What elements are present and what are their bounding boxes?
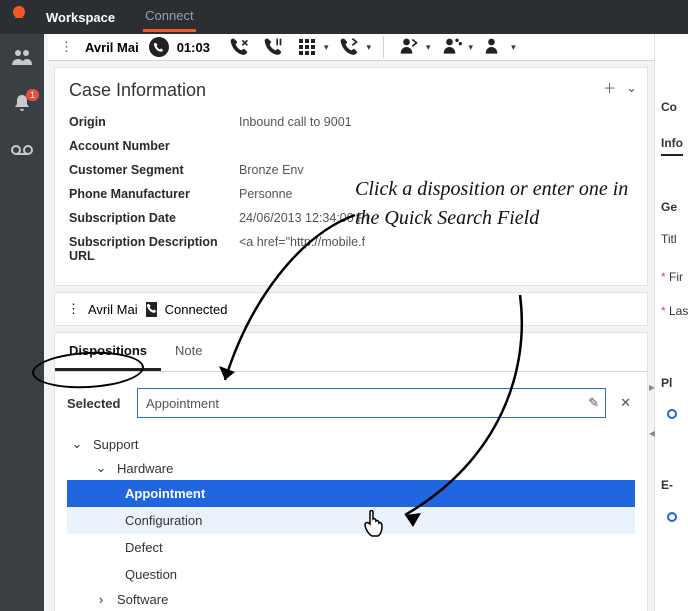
expand-chevron-icon[interactable]: ▸ [649, 380, 655, 394]
chevron-down-icon: ⌄ [95, 460, 107, 476]
radio-icon[interactable] [667, 512, 677, 522]
side-label: Co [661, 100, 677, 114]
hold-button[interactable] [260, 34, 286, 60]
side-label: Las [669, 304, 688, 318]
collapse-icon[interactable]: ⌄ [626, 80, 637, 96]
party-caret-icon[interactable]: ▾ [511, 42, 516, 53]
edit-icon[interactable]: ✎ [588, 395, 599, 411]
dispositions-panel: Dispositions Note Selected Appointment ✎… [54, 332, 648, 611]
chevron-right-icon: › [95, 592, 107, 607]
alerts-icon[interactable]: 1 [13, 93, 31, 118]
side-label: Fir [669, 270, 683, 284]
consult-caret-icon[interactable]: ▾ [426, 42, 431, 53]
alert-badge: 1 [26, 89, 39, 101]
quick-search-input[interactable]: Appointment ✎ [137, 388, 606, 418]
radio-icon[interactable] [667, 409, 677, 419]
consult-button[interactable] [396, 34, 422, 60]
add-field-icon[interactable]: ＋ [603, 78, 616, 97]
case-row: Subscription Description URL<a href="htt… [69, 235, 633, 263]
selected-label: Selected [67, 396, 127, 411]
call-toolbar: ⋮ Avril Mai 01:03 ▾ ▾ ▾ [48, 34, 654, 61]
case-info-heading: Case Information [69, 80, 633, 101]
connection-status: ⋮ Avril Mai Connected [54, 292, 648, 326]
side-label: Titl [661, 232, 677, 246]
case-info-panel: ＋ ⌄ Case Information OriginInbound call … [54, 67, 648, 286]
side-panel: Co Info Ge Titl * Fir * Las Pl E- ▸ ◂ [654, 34, 688, 611]
tree-leaf-appointment[interactable]: Appointment [67, 480, 635, 507]
keypad-caret-icon[interactable]: ▾ [324, 42, 329, 53]
toolbar-separator [383, 36, 384, 58]
status-menu-icon[interactable]: ⋮ [67, 301, 80, 317]
conference-caret-icon[interactable]: ▾ [469, 42, 474, 53]
contacts-icon[interactable] [11, 48, 33, 71]
side-label: Ge [661, 200, 677, 214]
tree-node-support[interactable]: ⌄ Support [67, 432, 635, 456]
hangup-button[interactable] [226, 34, 252, 60]
transfer-caret-icon[interactable]: ▾ [366, 42, 371, 53]
case-row: Customer SegmentBronze Env [69, 163, 633, 177]
collapse-chevron-icon[interactable]: ◂ [649, 426, 655, 440]
clear-icon[interactable]: ✕ [616, 395, 635, 411]
brand-icon [10, 4, 28, 30]
tab-note[interactable]: Note [161, 333, 216, 371]
case-row: OriginInbound call to 9001 [69, 115, 633, 129]
party-button[interactable] [481, 34, 507, 60]
side-label: E- [661, 478, 673, 492]
side-label: Info [661, 136, 683, 156]
voicemail-icon[interactable] [11, 140, 33, 161]
disposition-tree: ⌄ Support ⌄ Hardware Appointment Configu… [55, 428, 647, 611]
status-text: Connected [165, 302, 228, 317]
tree-leaf-configuration[interactable]: Configuration [67, 507, 635, 534]
chevron-down-icon: ⌄ [71, 436, 83, 452]
conference-button[interactable] [439, 34, 465, 60]
required-icon: * [661, 270, 666, 284]
required-icon: * [661, 304, 666, 318]
case-row: Phone ManufacturerPersonne [69, 187, 633, 201]
caller-name: Avril Mai [85, 40, 139, 55]
tree-leaf-question[interactable]: Question [67, 561, 635, 588]
selected-value: Appointment [146, 396, 219, 411]
phone-icon [146, 302, 157, 317]
app-title: Workspace [46, 10, 115, 25]
tab-dispositions[interactable]: Dispositions [55, 333, 161, 371]
case-row: Account Number [69, 139, 633, 153]
case-row: Subscription Date24/06/2013 12:34:00 PI [69, 211, 633, 225]
status-caller: Avril Mai [88, 302, 138, 317]
phone-icon [149, 37, 169, 57]
tab-connect[interactable]: Connect [143, 2, 195, 32]
side-label: Pl [661, 376, 672, 390]
tree-leaf-defect[interactable]: Defect [67, 534, 635, 561]
transfer-button[interactable] [336, 34, 362, 60]
call-timer: 01:03 [177, 40, 210, 55]
tree-node-software[interactable]: › Software [67, 588, 635, 611]
keypad-button[interactable] [294, 34, 320, 60]
call-menu-icon[interactable]: ⋮ [56, 39, 77, 55]
tree-node-hardware[interactable]: ⌄ Hardware [67, 456, 635, 480]
